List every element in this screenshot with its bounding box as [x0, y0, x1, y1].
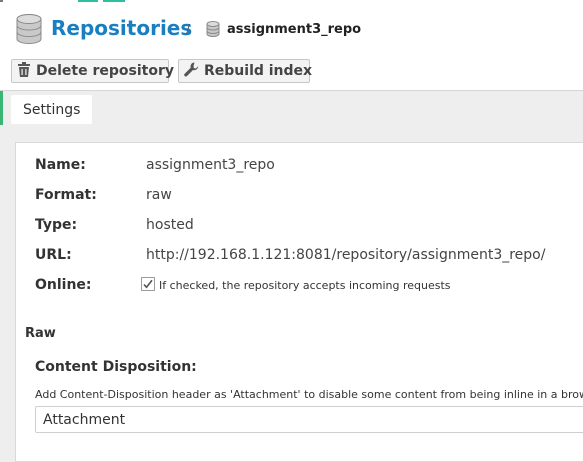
- content-disposition-help: Add Content-Disposition header as 'Attac…: [35, 388, 583, 401]
- content-disposition-label: Content Disposition:: [35, 359, 197, 375]
- name-label: Name:: [35, 157, 86, 173]
- online-label: Online:: [35, 277, 92, 293]
- page-title[interactable]: Repositories: [51, 16, 192, 40]
- tab-accent-bar: [0, 91, 3, 125]
- type-label: Type:: [35, 217, 78, 233]
- database-icon: [206, 21, 220, 41]
- tab-strip: Settings: [0, 91, 583, 129]
- type-value: hosted: [146, 217, 194, 233]
- tab-settings[interactable]: Settings: [11, 95, 93, 124]
- page-header: Repositories / assignment3_repo: [0, 2, 583, 54]
- content-disposition-select[interactable]: Attachment: [35, 406, 583, 433]
- url-value[interactable]: http://192.168.1.121:8081/repository/ass…: [146, 247, 545, 263]
- breadcrumb-separator: /: [186, 22, 191, 36]
- delete-repository-button[interactable]: Delete repository: [11, 59, 174, 83]
- name-value: assignment3_repo: [146, 157, 275, 173]
- rebuild-index-button[interactable]: Rebuild index: [178, 59, 313, 83]
- url-label: URL:: [35, 247, 72, 263]
- content-disposition-value: Attachment: [43, 411, 126, 428]
- format-label: Format:: [35, 187, 97, 203]
- database-icon: [16, 14, 42, 48]
- format-value: raw: [146, 187, 172, 203]
- breadcrumb-current: assignment3_repo: [227, 22, 362, 37]
- trash-icon: [17, 61, 31, 81]
- delete-repository-label: Delete repository: [36, 63, 174, 79]
- online-hint: If checked, the repository accepts incom…: [159, 279, 451, 292]
- rebuild-index-label: Rebuild index: [204, 63, 313, 79]
- online-checkbox[interactable]: [141, 276, 155, 291]
- toolbar: Delete repository Rebuild index: [0, 54, 583, 91]
- raw-section-title: Raw: [25, 326, 56, 341]
- wrench-icon: [184, 62, 199, 81]
